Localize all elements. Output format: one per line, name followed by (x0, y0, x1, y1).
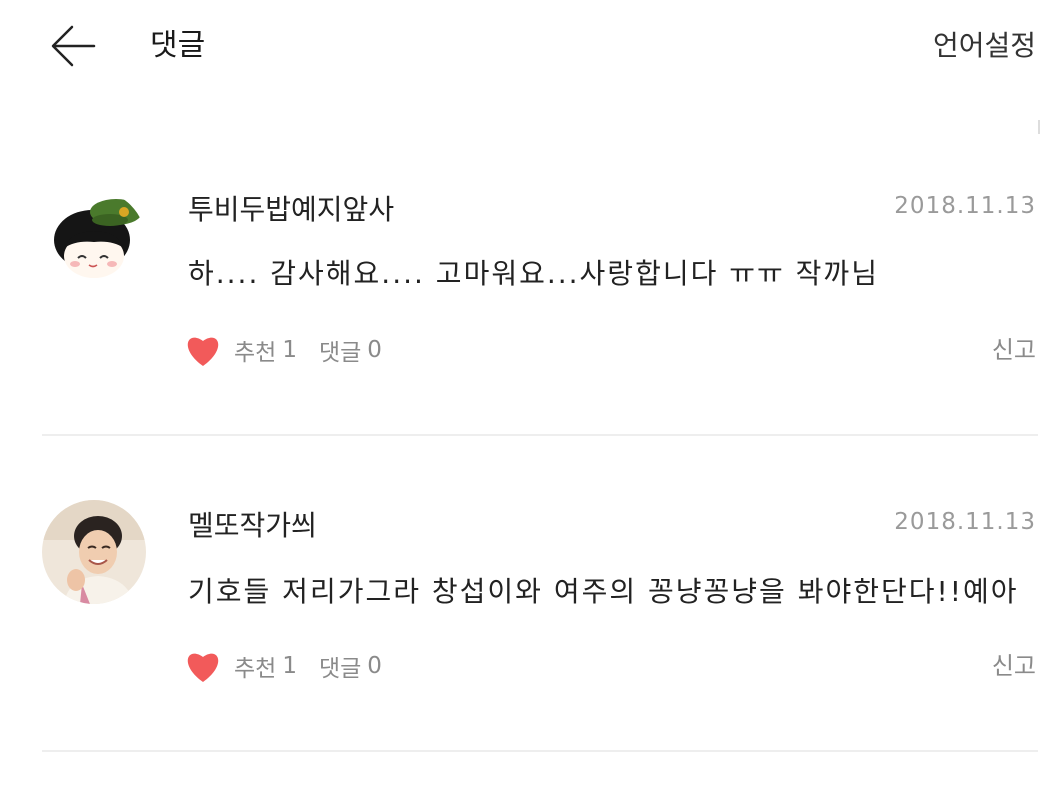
comment-item: 투비두밥예지앞사 2018.11.13 하.... 감사해요.... 고마워요.… (0, 120, 1048, 436)
like-label: 추천 (234, 656, 277, 682)
photo-avatar-icon (42, 500, 146, 604)
avatar[interactable] (42, 500, 146, 604)
report-button[interactable]: 신고 (992, 330, 1036, 370)
report-button[interactable]: 신고 (992, 646, 1036, 686)
like-count: 1 (282, 337, 297, 363)
like-button[interactable]: 추천 1 (184, 648, 297, 684)
heart-icon (187, 337, 219, 366)
reply-button[interactable]: 댓글 0 (319, 649, 382, 683)
comment-date: 2018.11.13 (894, 509, 1036, 535)
heart-icon (187, 653, 219, 682)
comment-date: 2018.11.13 (894, 193, 1036, 219)
comment-item: 멜또작가씌 2018.11.13 기호들 저리가그라 창섭이와 여주의 꽁냥꽁냥… (0, 436, 1048, 752)
reply-label: 댓글 (318, 340, 362, 366)
like-label: 추천 (234, 340, 277, 366)
arrow-left-icon (51, 25, 96, 67)
comment-author[interactable]: 멜또작가씌 (188, 508, 317, 544)
back-button[interactable] (46, 20, 102, 72)
comment-actions: 추천 1 댓글 0 (184, 646, 382, 686)
comment-actions: 추천 1 댓글 0 (184, 330, 382, 370)
comment-author[interactable]: 투비두밥예지앞사 (188, 192, 394, 228)
comment-text: 하.... 감사해요.... 고마워요...사랑합니다 ㅠㅠ 작까님 (188, 257, 879, 290)
avatar[interactable] (42, 190, 146, 294)
header-bar: 댓글 언어설정 (0, 0, 1048, 96)
like-count: 1 (282, 653, 297, 679)
reply-button[interactable]: 댓글 0 (319, 333, 382, 367)
page-title: 댓글 (150, 28, 206, 63)
reply-count: 0 (367, 337, 382, 363)
reply-count: 0 (367, 653, 382, 679)
language-settings-button[interactable]: 언어설정 (933, 26, 1036, 66)
like-button[interactable]: 추천 1 (184, 332, 297, 368)
cartoon-avatar-icon (42, 190, 146, 294)
comment-text: 기호들 저리가그라 창섭이와 여주의 꽁냥꽁냥을 봐야한단다!!예아 (188, 575, 1019, 608)
reply-label: 댓글 (318, 656, 362, 682)
divider (42, 750, 1038, 752)
